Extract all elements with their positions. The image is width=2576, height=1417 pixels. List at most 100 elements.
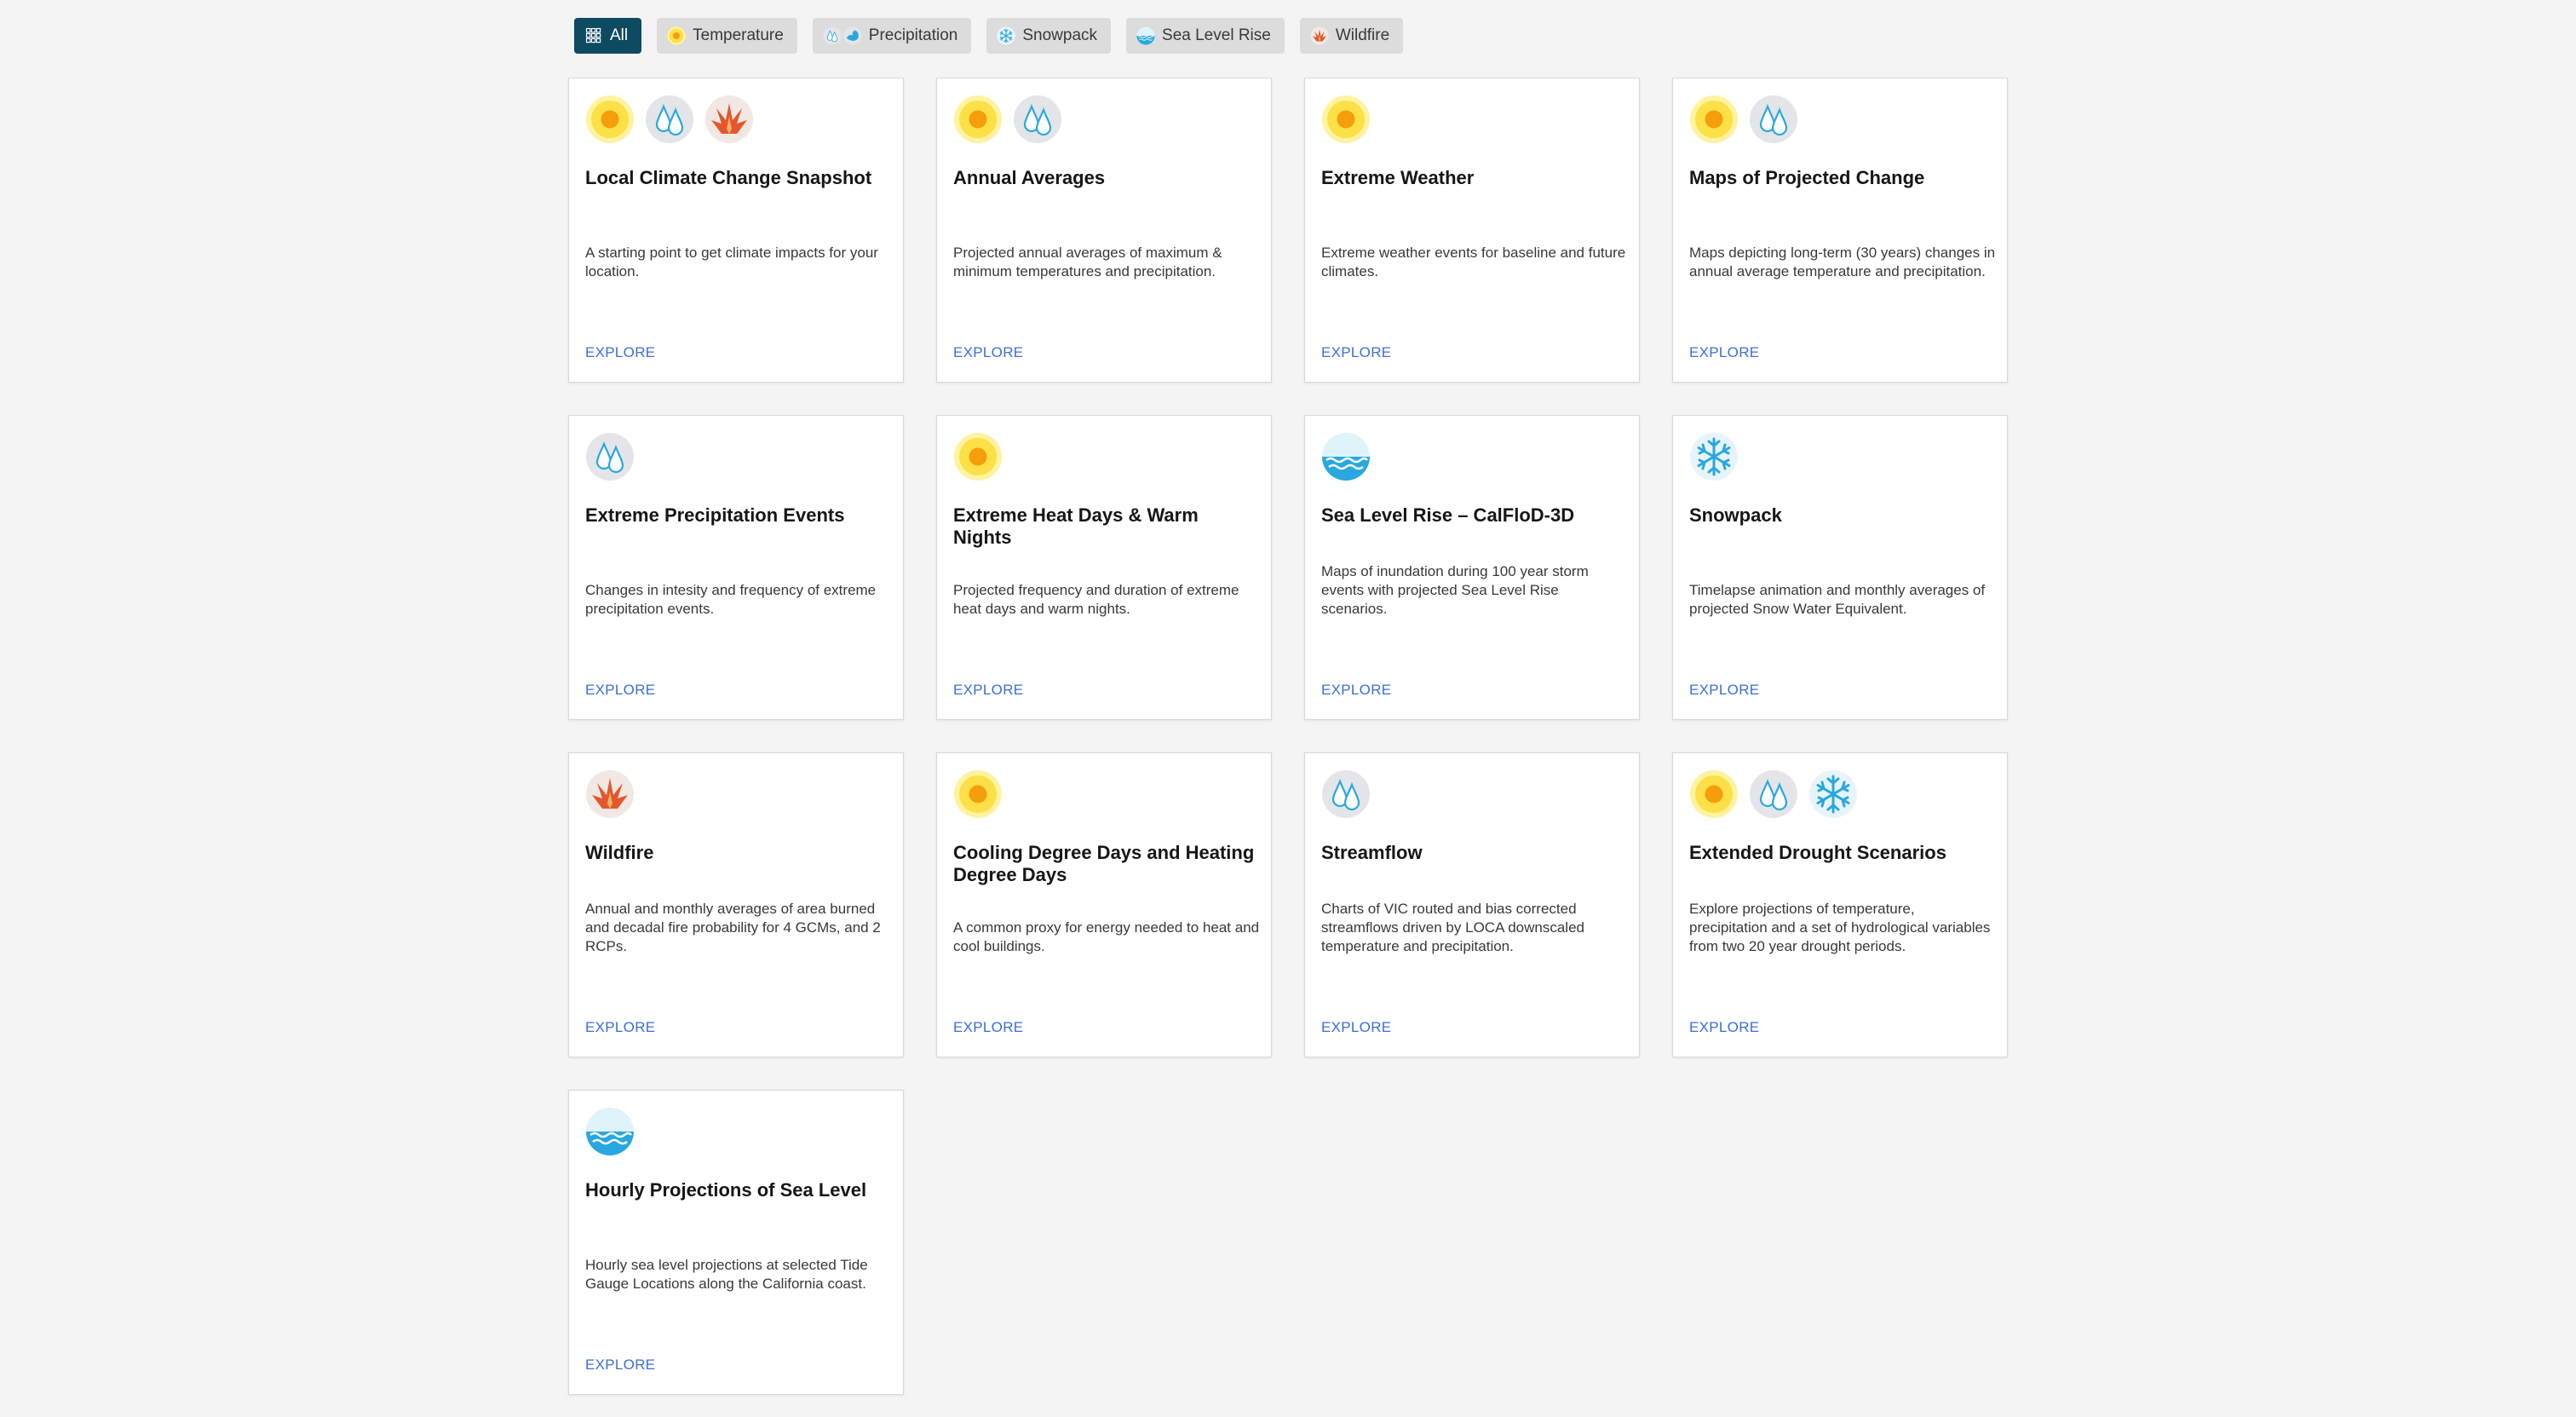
snowflake-icon — [1808, 769, 1858, 819]
tool-card: Hourly Projections of Sea Level Hourly se… — [568, 1090, 904, 1395]
tool-card-grid: Local Climate Change Snapshot A starting … — [568, 78, 2008, 1395]
snowflake-icon — [1689, 432, 1739, 481]
card-description: Timelapse animation and monthly averages… — [1689, 582, 1986, 617]
card-description: A starting point to get climate impacts … — [585, 245, 878, 279]
card-title: Hourly Projections of Sea Level — [585, 1179, 867, 1201]
filter-chip-label: Snowpack — [1022, 26, 1098, 44]
filter-chip-icons — [584, 26, 603, 45]
filter-chip-label: Temperature — [693, 26, 784, 44]
card-title: Maps of Projected Change — [1689, 167, 1925, 188]
filter-chip-label: Wildfire — [1335, 26, 1390, 44]
card-category-icons — [585, 432, 635, 481]
snowflake-icon — [997, 26, 1015, 45]
sun-icon — [1689, 769, 1739, 819]
filter-chip-icons — [1136, 26, 1155, 45]
card-category-icons — [585, 95, 754, 144]
filter-chip-icons — [1310, 26, 1329, 45]
sea-level-icon — [585, 1107, 635, 1156]
card-title: Streamflow — [1321, 842, 1423, 863]
card-category-icons — [1689, 769, 1858, 819]
filter-chip-icons — [997, 26, 1015, 45]
filter-chip-sea-level-rise[interactable]: Sea Level Rise — [1126, 18, 1285, 54]
tool-card: Streamflow Charts of VIC routed and bias … — [1304, 752, 1640, 1057]
card-title: Annual Averages — [953, 167, 1106, 188]
explore-link[interactable]: EXPLORE — [1321, 682, 1391, 699]
tool-card: Extreme Precipitation Events Changes in i… — [568, 415, 904, 720]
filter-chip-label: All — [610, 26, 629, 44]
card-category-icons — [1689, 432, 1739, 481]
wave-icon — [843, 26, 862, 45]
explore-link[interactable]: EXPLORE — [1321, 344, 1391, 361]
card-title: Wildfire — [585, 842, 654, 863]
explore-link[interactable]: EXPLORE — [585, 1019, 655, 1036]
card-title: Extreme Heat Days & Warm Nights — [953, 504, 1199, 548]
explore-link[interactable]: EXPLORE — [585, 1357, 655, 1374]
card-title: Snowpack — [1689, 504, 1782, 526]
raindrops-icon — [585, 432, 635, 481]
card-description: Extreme weather events for baseline and … — [1321, 245, 1626, 279]
explore-link[interactable]: EXPLORE — [1689, 1019, 1759, 1036]
explore-link[interactable]: EXPLORE — [1321, 1019, 1391, 1036]
card-title: Local Climate Change Snapshot — [585, 167, 872, 188]
filter-chip-precipitation[interactable]: Precipitation — [812, 18, 972, 54]
tool-card: Sea Level Rise – CalFloD-3D Maps of inund… — [1304, 415, 1640, 720]
tool-card: Extended Drought Scenarios Explore projec… — [1672, 752, 2008, 1057]
card-title: Extended Drought Scenarios — [1689, 842, 1946, 863]
card-category-icons — [1321, 432, 1371, 481]
card-description: A common proxy for energy needed to heat… — [953, 919, 1260, 954]
explore-link[interactable]: EXPLORE — [953, 344, 1023, 361]
raindrops-icon — [645, 95, 694, 144]
card-category-icons — [953, 432, 1003, 481]
filter-chip-icons — [823, 26, 862, 45]
explore-link[interactable]: EXPLORE — [1689, 682, 1759, 699]
grid-icon — [584, 26, 603, 45]
card-category-icons — [1321, 95, 1371, 144]
tool-card: Snowpack Timelapse animation and monthly … — [1672, 415, 2008, 720]
explore-link[interactable]: EXPLORE — [1689, 344, 1759, 361]
tool-card: Extreme Heat Days & Warm Nights Projected… — [936, 415, 1272, 720]
filter-chip-label: Sea Level Rise — [1162, 26, 1271, 44]
sun-icon — [953, 769, 1003, 819]
card-category-icons — [953, 769, 1003, 819]
tool-card: Annual Averages Projected annual averages… — [936, 78, 1272, 383]
filter-chip-temperature[interactable]: Temperature — [657, 18, 797, 54]
sun-icon — [1321, 95, 1371, 144]
tool-card: Local Climate Change Snapshot A starting … — [568, 78, 904, 383]
filter-chip-snowpack[interactable]: Snowpack — [986, 18, 1112, 54]
fire-icon — [585, 769, 635, 819]
card-description: Maps of inundation during 100 year storm… — [1321, 563, 1589, 617]
filter-chip-icons — [667, 26, 686, 45]
tool-card: Wildfire Annual and monthly averages of a… — [568, 752, 904, 1057]
card-description: Projected annual averages of maximum & m… — [953, 245, 1222, 279]
raindrops-icon — [1749, 769, 1798, 819]
sun-icon — [953, 95, 1003, 144]
filter-chip-all[interactable]: All — [574, 18, 642, 54]
card-category-icons — [1321, 769, 1371, 819]
sun-icon — [953, 432, 1003, 481]
raindrops-icon — [1749, 95, 1798, 144]
sun-icon — [585, 95, 635, 144]
filter-chip-label: Precipitation — [868, 26, 958, 44]
card-description: Maps depicting long-term (30 years) chan… — [1689, 245, 1996, 279]
explore-link[interactable]: EXPLORE — [953, 682, 1023, 699]
raindrops-icon — [1013, 95, 1062, 144]
tool-card: Maps of Projected Change Maps depicting l… — [1672, 78, 2008, 383]
sun-icon — [1689, 95, 1739, 144]
explore-link[interactable]: EXPLORE — [585, 344, 655, 361]
card-description: Charts of VIC routed and bias corrected … — [1321, 901, 1584, 954]
explore-link[interactable]: EXPLORE — [953, 1019, 1023, 1036]
card-title: Extreme Precipitation Events — [585, 504, 845, 526]
card-title: Extreme Weather — [1321, 167, 1475, 188]
card-description: Changes in intesity and frequency of ext… — [585, 582, 877, 617]
card-description: Projected frequency and duration of extr… — [953, 582, 1239, 617]
filter-chip-wildfire[interactable]: Wildfire — [1299, 18, 1404, 54]
raindrops-icon — [823, 26, 842, 45]
card-title: Cooling Degree Days and Heating Degree D… — [953, 842, 1255, 885]
sea-level-icon — [1136, 26, 1155, 45]
explore-link[interactable]: EXPLORE — [585, 682, 655, 699]
card-category-icons — [1689, 95, 1798, 144]
card-category-icons — [585, 769, 635, 819]
sun-icon — [667, 26, 686, 45]
sea-level-icon — [1321, 432, 1371, 481]
card-title: Sea Level Rise – CalFloD-3D — [1321, 504, 1575, 526]
